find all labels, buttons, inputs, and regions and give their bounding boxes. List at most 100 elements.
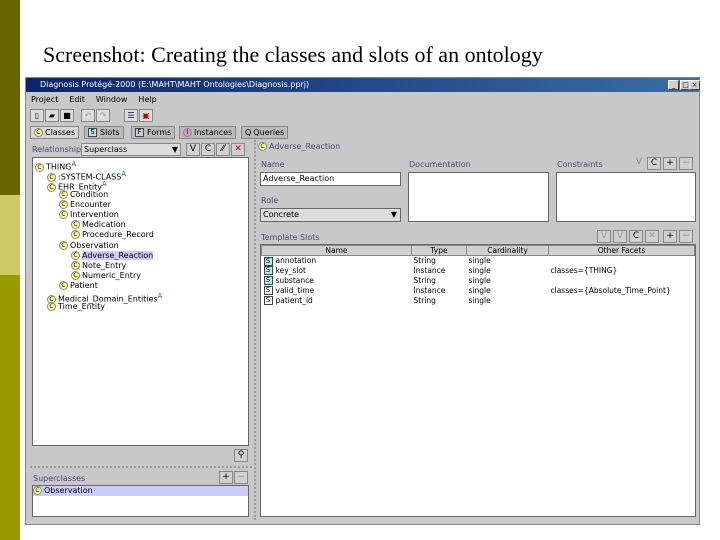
slot-cardinality: single [468,286,491,295]
find-class-button[interactable]: ⚲ [234,449,248,462]
column-header-type[interactable]: Type [411,245,467,256]
slot-icon: S [263,286,273,296]
splitter[interactable] [30,466,252,468]
create-constraint-button[interactable]: C [647,157,661,170]
class-icon: C [59,281,68,291]
delete-class-button[interactable]: ✕ [231,143,245,156]
menu-help[interactable]: Help [138,95,156,104]
tree-node[interactable]: C Condition [33,189,248,200]
new-project-icon[interactable]: ▯ [30,109,44,122]
remove-superclass-button[interactable]: − [234,471,248,484]
slot-type: String [413,276,436,285]
name-label: Name [261,160,285,169]
template-slots-label: Template Slots [261,233,320,242]
superclasses-list: C Observation [32,485,249,517]
tree-node-label: Note_Entry [82,260,127,270]
tree-node[interactable]: C Observation [33,240,248,251]
add-slot-button[interactable]: + [663,230,677,243]
tree-node[interactable]: C THINGA [33,159,248,172]
abstract-marker: A [71,160,77,168]
slide-title: Screenshot: Creating the classes and slo… [43,42,543,67]
tab-forms[interactable]: F Forms [131,126,176,139]
tree-node[interactable]: C Note_Entry [33,260,248,271]
tree-node[interactable]: C EHR_EntityA [33,179,248,193]
tab-label: Forms [147,128,172,137]
slot-cardinality: single [468,276,491,285]
role-select[interactable]: Concrete ▼ [260,208,401,222]
remove-constraint-button[interactable]: − [679,157,693,170]
tab-queries[interactable]: Q Queries [241,126,289,139]
tree-node[interactable]: C:SYSTEM-CLASSA [33,169,248,182]
view-facet-button[interactable]: V [613,230,627,243]
app-window: Diagnosis Protégé-2000 (E:\MAHT\MAHT Ont… [25,77,700,525]
column-header-name[interactable]: Name [261,245,412,256]
relationship-select[interactable]: Superclass ▼ [81,143,181,156]
splitter[interactable] [254,140,256,520]
template-slots-table: Name Type Cardinality Other Facets Sanno… [260,244,696,517]
create-class-button[interactable]: C [201,143,215,156]
menu-project[interactable]: Project [31,95,58,104]
tab-slots[interactable]: S Slots [84,126,124,139]
add-constraint-button[interactable]: + [663,157,677,170]
slide-stripe [0,275,20,540]
tree-node-label: Encounter [70,199,111,209]
tree-node[interactable]: C Patient [33,281,248,291]
window-title: Diagnosis Protégé-2000 (E:\MAHT\MAHT Ont… [40,80,310,89]
slot-cardinality: single [468,256,491,266]
table-row[interactable]: Svalid_time Instance single classes={Absolu… [262,286,695,296]
column-header-cardinality[interactable]: Cardinality [466,245,549,256]
undo-icon[interactable]: ↶ [81,109,95,122]
remove-slot-button[interactable]: − [679,230,693,243]
tree-node-label: Procedure_Record [82,230,154,240]
tab-instances[interactable]: I Instances [179,126,237,139]
tree-node-label: Time_Entity [58,301,105,311]
table-row[interactable]: Skey_slot Instance single classes={THING} [262,266,695,276]
close-button[interactable]: × [689,80,700,90]
tree-node-label: Numeric_Entry [82,271,141,281]
tree-node-label: Adverse_Reaction [82,250,154,260]
tab-classes[interactable]: C Classes [30,126,80,139]
tree-node[interactable]: C Medication [33,220,248,230]
menu-window[interactable]: Window [96,95,128,104]
class-icon: C [71,260,80,270]
minimize-button[interactable]: _ [668,80,679,90]
documentation-field[interactable] [408,172,549,222]
menu-edit[interactable]: Edit [69,95,85,104]
table-row[interactable]: Ssubstance String single [262,276,695,286]
list-item[interactable]: C Observation [33,486,248,496]
form-icon: F [135,128,144,137]
save-project-icon[interactable]: ■ [60,109,74,122]
relationship-label: Relationship [32,145,82,154]
slot-icon: S [263,296,273,306]
tree-node[interactable]: C Procedure_Record [33,230,248,240]
tree-node[interactable]: C Numeric_Entry [33,271,248,281]
cascade-icon[interactable]: ☰ [124,109,138,122]
slot-facets [549,276,695,286]
tree-node[interactable]: C Intervention [33,209,248,220]
redo-icon[interactable]: ↷ [96,109,110,122]
tree-node[interactable]: C Adverse_Reaction [33,250,248,261]
table-row[interactable]: Spatient_id String single [262,296,695,306]
tree-node[interactable]: C Encounter [33,199,248,210]
close-all-icon[interactable]: ▣ [139,109,153,122]
tab-label: Queries [253,128,285,137]
slot-icon: S [263,256,273,266]
class-icon: C [71,271,80,281]
tree-node-label: Intervention [70,209,119,219]
name-field[interactable]: Adverse_Reaction [260,172,401,186]
slide-stripe [0,0,20,195]
add-superclass-button[interactable]: + [219,471,233,484]
column-header-other-facets[interactable]: Other Facets [548,245,695,256]
slot-type: Instance [413,266,446,275]
create-slot-button[interactable]: C [629,230,643,243]
edit-class-button[interactable]: ⁄⁄ [216,143,230,156]
tree-node[interactable]: C Medical_Domain_EntitiesA [33,291,248,305]
table-row[interactable]: Sannotation String single [262,256,695,266]
view-constraint-button[interactable]: V [632,157,646,170]
tree-node-label: Medication [82,220,126,230]
view-slot-button[interactable]: V [597,230,611,243]
slot-name-cell: Ssubstance [262,276,412,286]
view-class-button[interactable]: V [186,143,200,156]
delete-slot-button[interactable]: ✕ [645,230,659,243]
open-project-icon[interactable]: ▰ [45,109,59,122]
